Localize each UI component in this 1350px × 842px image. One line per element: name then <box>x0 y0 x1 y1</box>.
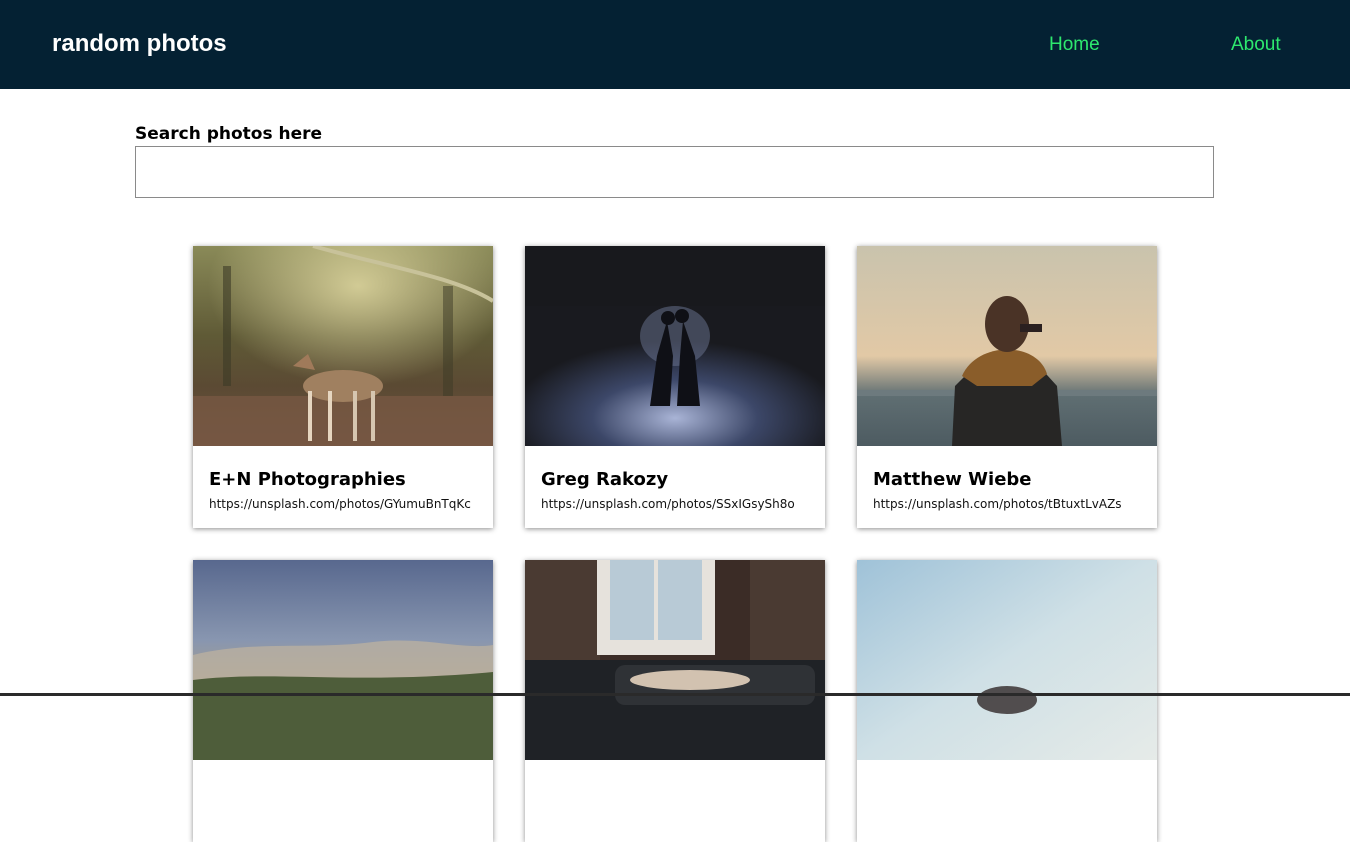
photo-image <box>525 560 825 760</box>
photo-image <box>857 560 1157 760</box>
search-label: Search photos here <box>135 124 323 144</box>
photo-link[interactable]: https://unsplash.com/photos/tBtuxtLvAZs <box>873 496 1122 512</box>
photo-link[interactable]: https://unsplash.com/photos/GYumuBnTqKc <box>209 496 471 512</box>
photo-image <box>193 560 493 760</box>
nav-link-home[interactable]: Home <box>1049 34 1100 56</box>
nav-link-about[interactable]: About <box>1231 34 1281 56</box>
top-navbar: random photos Home About <box>0 0 1350 89</box>
photo-card[interactable] <box>857 560 1157 842</box>
photo-card[interactable] <box>525 560 825 842</box>
search-input[interactable] <box>135 146 1214 198</box>
photo-image <box>857 246 1157 446</box>
photo-author: Matthew Wiebe <box>873 469 1032 490</box>
photo-author: Greg Rakozy <box>541 469 669 490</box>
photo-card[interactable]: Matthew Wiebe https://unsplash.com/photo… <box>857 246 1157 528</box>
photo-card[interactable]: Greg Rakozy https://unsplash.com/photos/… <box>525 246 825 528</box>
photo-image <box>193 246 493 446</box>
photo-image <box>525 246 825 446</box>
photo-author: E+N Photographies <box>209 469 406 490</box>
photo-card[interactable]: E+N Photographies https://unsplash.com/p… <box>193 246 493 528</box>
brand-title[interactable]: random photos <box>52 30 227 58</box>
photo-card[interactable] <box>193 560 493 842</box>
photo-link[interactable]: https://unsplash.com/photos/SSxIGsySh8o <box>541 496 795 512</box>
